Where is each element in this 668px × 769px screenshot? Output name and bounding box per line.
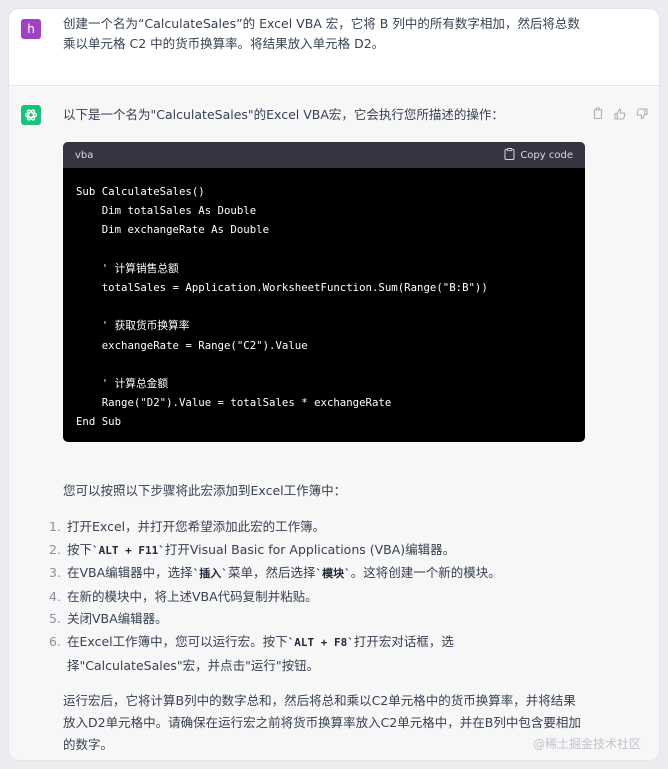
step-number: 4. — [49, 588, 61, 604]
step-item: 2. 按下`ALT + F11`打开Visual Basic for Applic… — [49, 539, 589, 563]
step-text: 在Excel工作簿中，您可以运行宏。按下 — [67, 633, 288, 649]
step-item: 6. 在Excel工作簿中，您可以运行宏。按下`ALT + F8`打开宏对话框，选… — [49, 631, 589, 677]
step-text: 菜单，然后选择 — [227, 565, 316, 581]
openai-logo-icon — [21, 105, 41, 125]
code-content: Sub CalculateSales() Dim totalSales As D… — [63, 168, 585, 431]
code-line: Dim totalSales As Double — [76, 204, 257, 218]
thumbs-up-icon[interactable] — [613, 106, 627, 120]
step-number: 3. — [49, 565, 61, 581]
assistant-intro-text: 以下是一个名为"CalculateSales"的Excel VBA宏，它会执行您… — [63, 107, 504, 122]
user-message-row: h 创建一个名为“CalculateSales”的 Excel VBA 宏，它将… — [9, 9, 659, 86]
thumbs-down-icon[interactable] — [635, 106, 649, 120]
code-line: ' 计算总金额 — [76, 376, 169, 390]
code-line: totalSales = Application.WorksheetFuncti… — [76, 280, 488, 294]
steps-intro-text: 您可以按照以下步骤将此宏添加到Excel工作簿中： — [63, 483, 347, 498]
code-language-label: vba — [75, 149, 94, 161]
step-number: 5. — [49, 611, 61, 627]
copy-icon[interactable] — [591, 106, 605, 120]
code-line: ' 获取货币换算率 — [76, 319, 190, 333]
inline-code: `ALT + F8` — [287, 635, 354, 649]
step-text: 在VBA编辑器中，选择 — [67, 565, 193, 581]
step-item: 5. 关闭VBA编辑器。 — [49, 608, 589, 631]
user-message-text: 创建一个名为“CalculateSales”的 Excel VBA 宏，它将 B… — [63, 16, 580, 51]
step-text: 按下 — [67, 541, 93, 557]
steps-list: 1. 打开Excel，并打开您希望添加此宏的工作簿。 2. 按下`ALT + F11`… — [49, 516, 589, 677]
message-actions — [591, 106, 649, 120]
code-line: Dim exchangeRate As Double — [76, 223, 270, 237]
step-text: 打开Excel，并打开您希望添加此宏的工作簿。 — [67, 519, 326, 534]
step-number: 1. — [49, 519, 61, 534]
step-item: 1. 打开Excel，并打开您希望添加此宏的工作簿。 — [49, 516, 589, 539]
code-block-header: vba Copy code — [63, 142, 585, 168]
chat-card: h 创建一个名为“CalculateSales”的 Excel VBA 宏，它将… — [9, 9, 659, 760]
step-text: 在新的模块中，将上述VBA代码复制并粘贴。 — [67, 588, 318, 604]
code-line: ' 计算销售总额 — [76, 261, 179, 275]
watermark: @稀土掘金技术社区 — [532, 737, 641, 751]
code-line: Range("D2").Value = totalSales * exchang… — [76, 396, 392, 410]
inline-code: `插入` — [192, 567, 228, 581]
conclusion-text: 运行宏后，它将计算B列中的数字总和，然后将总和乘以C2单元格中的货币换算率，并将… — [63, 693, 581, 752]
clipboard-icon — [504, 147, 515, 163]
step-number: 2. — [49, 541, 61, 557]
code-line: exchangeRate = Range("C2").Value — [76, 338, 308, 352]
step-text: 打开Visual Basic for Applications (VBA)编辑器… — [164, 541, 456, 557]
copy-code-label: Copy code — [520, 149, 573, 161]
copy-code-button[interactable]: Copy code — [504, 147, 573, 163]
step-text: 。这将创建一个新的模块。 — [350, 565, 501, 581]
step-item: 3. 在VBA编辑器中，选择`插入`菜单，然后选择`模块`。这将创建一个新的模块。 — [49, 562, 589, 586]
step-text: 关闭VBA编辑器。 — [67, 611, 168, 627]
code-block: vba Copy code Sub CalculateSales() Dim t… — [63, 142, 585, 442]
step-number: 6. — [49, 633, 61, 649]
step-item: 4. 在新的模块中，将上述VBA代码复制并粘贴。 — [49, 586, 589, 609]
assistant-message-row: 以下是一个名为"CalculateSales"的Excel VBA宏，它会执行您… — [9, 86, 659, 760]
inline-code: `模块` — [315, 567, 351, 581]
code-line: End Sub — [76, 415, 122, 429]
inline-code: `ALT + F11` — [92, 543, 165, 557]
code-line: Sub CalculateSales() — [76, 185, 205, 198]
user-avatar: h — [21, 19, 41, 39]
